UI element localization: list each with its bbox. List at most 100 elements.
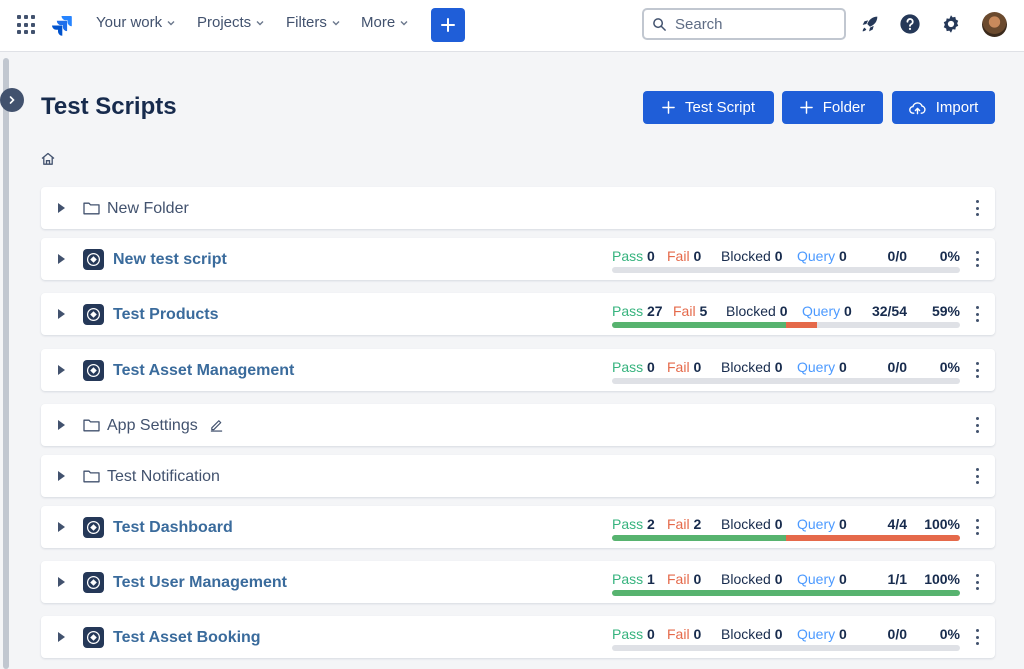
nav-filters[interactable]: Filters (286, 14, 341, 31)
nav-label: More (361, 14, 396, 31)
row-name[interactable]: App Settings (107, 417, 198, 435)
row-name[interactable]: Test Dashboard (113, 519, 233, 537)
import-button[interactable]: Import (892, 91, 995, 124)
help-icon[interactable] (899, 13, 921, 35)
expand-sidebar-button[interactable] (0, 88, 24, 112)
jira-logo-icon[interactable] (50, 13, 74, 37)
row-name[interactable]: New Folder (107, 200, 189, 218)
button-label: Test Script (684, 99, 756, 116)
search-box[interactable] (642, 8, 846, 40)
more-options-icon[interactable] (975, 417, 979, 433)
add-folder-button[interactable]: Folder (782, 91, 883, 124)
search-icon (653, 17, 666, 31)
completion-percent: 59% (931, 303, 960, 319)
more-options-icon[interactable] (975, 574, 979, 590)
script-row[interactable]: Test Asset Booking Pass 0 Fail 0 Blocked… (41, 616, 995, 658)
completion-percent: 0% (939, 626, 960, 642)
chevron-down-icon (167, 20, 175, 25)
completion-ratio: 0/0 (887, 359, 907, 375)
query-count: 0 (839, 359, 847, 375)
blocked-count: 0 (779, 303, 788, 319)
create-button[interactable] (431, 8, 465, 42)
more-options-icon[interactable] (975, 251, 979, 267)
query-count: 0 (839, 516, 847, 532)
more-options-icon[interactable] (975, 362, 979, 378)
avatar[interactable] (982, 12, 1007, 37)
progress-bar (612, 322, 960, 328)
expand-caret-icon[interactable] (58, 203, 65, 213)
pass-label: Pass (612, 359, 644, 375)
expand-caret-icon[interactable] (58, 577, 65, 587)
expand-caret-icon[interactable] (58, 420, 65, 430)
blocked-count: 0 (774, 626, 783, 642)
expand-caret-icon[interactable] (58, 254, 65, 264)
progress-bar (612, 267, 960, 273)
folder-row[interactable]: New Folder (41, 187, 995, 229)
plus-icon (662, 101, 675, 114)
fail-count: 0 (693, 571, 702, 587)
fail-label: Fail (667, 571, 690, 587)
row-name[interactable]: Test Notification (107, 468, 220, 486)
script-row[interactable]: Test Asset Management Pass 0 Fail 0 Bloc… (41, 349, 995, 391)
sidebar-scrollbar[interactable] (3, 58, 9, 669)
script-row[interactable]: Test Products Pass 27 Fail 5 Blocked 0 Q… (41, 293, 995, 335)
script-row[interactable]: Test User Management Pass 1 Fail 0 Block… (41, 561, 995, 603)
row-name[interactable]: Test User Management (113, 574, 287, 592)
page-title: Test Scripts (41, 93, 177, 120)
add-test-script-button[interactable]: Test Script (643, 91, 774, 124)
more-options-icon[interactable] (975, 519, 979, 535)
nav-label: Your work (96, 14, 163, 31)
nav-your-work[interactable]: Your work (96, 14, 176, 31)
chevron-right-icon (9, 96, 15, 104)
test-script-icon (83, 572, 104, 593)
more-options-icon[interactable] (975, 306, 979, 322)
nav-projects[interactable]: Projects (197, 14, 265, 31)
rocket-icon[interactable] (859, 13, 881, 35)
expand-caret-icon[interactable] (58, 309, 65, 319)
plus-icon (441, 18, 455, 32)
blocked-count: 0 (774, 248, 783, 264)
edit-pencil-icon[interactable] (209, 417, 224, 432)
fail-count: 2 (693, 516, 702, 532)
search-input[interactable] (675, 15, 835, 33)
more-options-icon[interactable] (975, 200, 979, 216)
home-icon[interactable] (40, 151, 56, 167)
fail-count: 0 (693, 626, 702, 642)
expand-caret-icon[interactable] (58, 471, 65, 481)
more-options-icon[interactable] (975, 629, 979, 645)
button-label: Folder (822, 99, 866, 116)
pass-count: 2 (647, 516, 655, 532)
top-navigation: Your work Projects Filters More (0, 0, 1024, 52)
blocked-label: Blocked (721, 626, 771, 642)
more-options-icon[interactable] (975, 468, 979, 484)
blocked-label: Blocked (721, 571, 771, 587)
blocked-label: Blocked (721, 359, 771, 375)
gear-icon[interactable] (940, 13, 962, 35)
completion-ratio: 32/54 (871, 303, 907, 319)
row-name[interactable]: Test Products (113, 306, 219, 324)
folder-row[interactable]: Test Notification (41, 455, 995, 497)
script-row[interactable]: Test Dashboard Pass 2 Fail 2 Blocked 0 Q… (41, 506, 995, 548)
row-name[interactable]: Test Asset Management (113, 362, 294, 380)
pass-count: 1 (647, 571, 655, 587)
row-name[interactable]: New test script (113, 251, 227, 269)
cloud-upload-icon (908, 101, 926, 114)
fail-count: 0 (693, 359, 702, 375)
expand-caret-icon[interactable] (58, 365, 65, 375)
completion-ratio: 0/0 (887, 248, 907, 264)
progress-bar (612, 590, 960, 596)
expand-caret-icon[interactable] (58, 632, 65, 642)
row-name[interactable]: Test Asset Booking (113, 629, 261, 647)
completion-ratio: 1/1 (887, 571, 907, 587)
expand-caret-icon[interactable] (58, 522, 65, 532)
nav-more[interactable]: More (361, 14, 409, 31)
fail-label: Fail (667, 626, 690, 642)
fail-label: Fail (667, 248, 690, 264)
folder-row[interactable]: App Settings (41, 404, 995, 446)
script-row[interactable]: New test script Pass 0 Fail 0 Blocked 0 … (41, 238, 995, 280)
apps-grid-icon[interactable] (17, 15, 37, 35)
stats: Pass 27 Fail 5 Blocked 0 Query 0 32/54 5… (612, 303, 960, 319)
folder-icon (83, 202, 100, 215)
pass-label: Pass (612, 248, 644, 264)
fail-count: 0 (693, 248, 702, 264)
